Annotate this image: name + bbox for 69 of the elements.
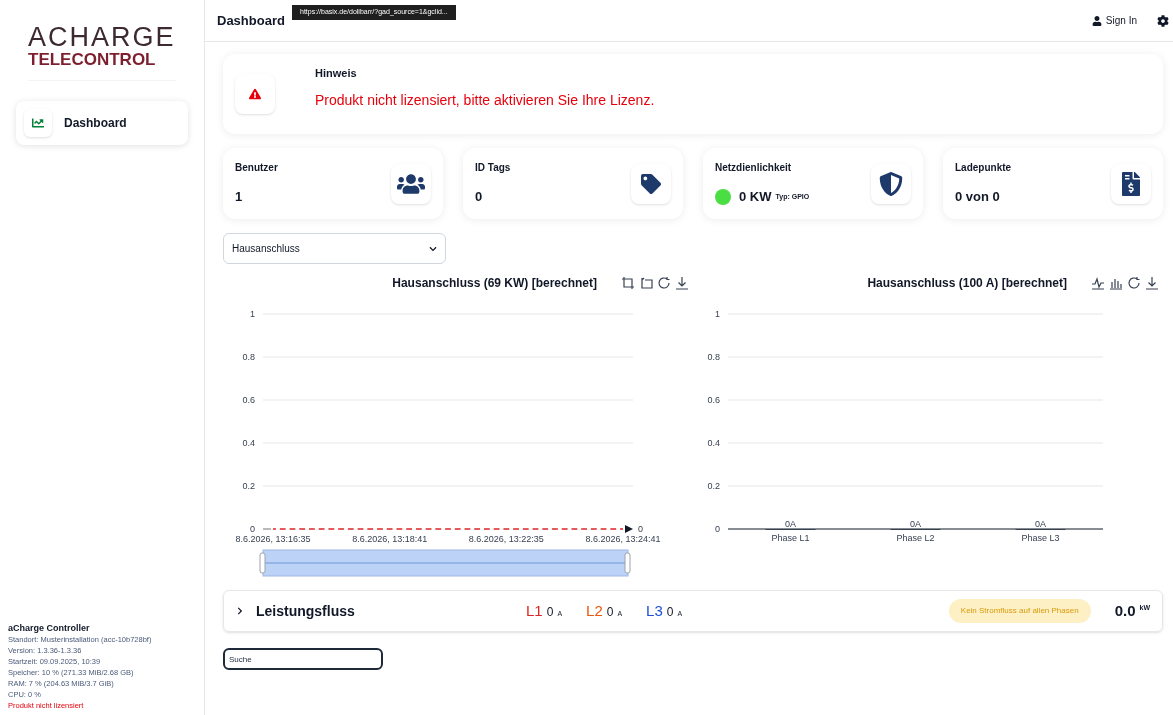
chevron-down-icon bbox=[429, 244, 437, 253]
page-title: Dashboard bbox=[217, 11, 285, 30]
zoom-slider[interactable] bbox=[259, 549, 631, 577]
download-icon[interactable] bbox=[1145, 276, 1159, 290]
axis-label: 0.4 bbox=[242, 438, 255, 448]
axis-label: Phase L3 bbox=[1021, 533, 1060, 543]
phase-label: L1 bbox=[526, 600, 543, 621]
logo: ACHARGE TELECONTROL bbox=[28, 24, 176, 81]
refresh-icon[interactable] bbox=[657, 276, 671, 290]
stat-value: 0 KW bbox=[739, 188, 772, 207]
zoom-icon[interactable] bbox=[621, 276, 635, 290]
phase-label: L2 bbox=[586, 600, 603, 621]
chart-title: Hausanschluss (100 A) [berechnet] bbox=[867, 275, 1067, 292]
phase-value: 0 bbox=[606, 603, 614, 621]
shield-icon bbox=[879, 171, 903, 196]
stat-label: ID Tags bbox=[475, 161, 511, 176]
axis-label: 0 bbox=[250, 524, 255, 534]
axis-label: 8.6.2026, 13:22:35 bbox=[468, 534, 544, 544]
axis-label: 8.6.2026, 13:18:41 bbox=[352, 534, 428, 544]
value-label: 0A bbox=[785, 519, 796, 529]
power-flow-toggle[interactable]: Leistungsfluss bbox=[236, 600, 526, 622]
axis-label: 0.6 bbox=[242, 395, 255, 405]
phase-value: 0 bbox=[546, 603, 554, 621]
stat-value: 1 bbox=[235, 188, 243, 207]
end-label: 0 bbox=[638, 524, 643, 534]
tag-icon bbox=[641, 173, 661, 194]
total-power: 0.0 bbox=[1114, 600, 1136, 621]
notice-title: Hinweis bbox=[315, 66, 358, 82]
axis-label: 0.8 bbox=[707, 352, 720, 362]
axis-label: 8.6.2026, 13:16:35 bbox=[235, 534, 311, 544]
chevron-right-icon bbox=[236, 607, 244, 615]
phase-label: L3 bbox=[646, 600, 663, 621]
chart-title: Hausanschluss (69 KW) [berechnet] bbox=[392, 275, 597, 292]
download-icon[interactable] bbox=[675, 276, 689, 290]
axis-label: Phase L2 bbox=[896, 533, 935, 543]
user-icon bbox=[1091, 15, 1102, 26]
axis-label: 1 bbox=[250, 309, 255, 319]
sign-in-button[interactable]: Sign In bbox=[1091, 13, 1137, 28]
zoom-reset-icon[interactable] bbox=[639, 276, 653, 290]
notice-message: Produkt nicht lizensiert, bitte aktivieren Sie Ihre Lizenz. bbox=[315, 90, 655, 110]
stat-label: Ladepunkte bbox=[955, 161, 1012, 176]
axis-label: 1 bbox=[715, 309, 720, 319]
invoice-icon bbox=[1121, 171, 1141, 196]
axis-label: 0.6 bbox=[707, 395, 720, 405]
nav-item[interactable]: Dashboard bbox=[16, 101, 188, 145]
source-select[interactable]: Hausanschluss bbox=[223, 233, 446, 264]
warning-icon bbox=[249, 88, 261, 100]
status-badge: Kein Stromfluss auf allen Phasen bbox=[948, 599, 1091, 623]
axis-label: 0.2 bbox=[707, 481, 720, 491]
axis-label: 8.6.2026, 13:24:41 bbox=[585, 534, 661, 544]
axis-label: 0.4 bbox=[707, 438, 720, 448]
stat-label: Benutzer bbox=[235, 161, 278, 176]
axis-label: 0 bbox=[715, 524, 720, 534]
settings-icon[interactable] bbox=[1157, 14, 1169, 27]
chart-icon bbox=[32, 117, 44, 129]
axis-label: 0.8 bbox=[242, 352, 255, 362]
value-label: 0A bbox=[1035, 519, 1046, 529]
refresh-icon[interactable] bbox=[1127, 276, 1141, 290]
axis-arrow-icon bbox=[625, 525, 633, 533]
value-label: 0A bbox=[910, 519, 921, 529]
axis-label: 0.2 bbox=[242, 481, 255, 491]
footer-title: aCharge Controller bbox=[8, 623, 91, 634]
line-chart-icon[interactable] bbox=[1091, 276, 1105, 290]
stat-label: Netzdienlichkeit bbox=[715, 161, 793, 176]
phase-value: 0 bbox=[666, 603, 674, 621]
search-field[interactable]: Suche bbox=[223, 648, 383, 670]
stat-value: 0 bbox=[475, 188, 483, 207]
axis-label: Phase L1 bbox=[771, 533, 810, 543]
stat-value: 0 von 0 bbox=[955, 188, 1000, 207]
